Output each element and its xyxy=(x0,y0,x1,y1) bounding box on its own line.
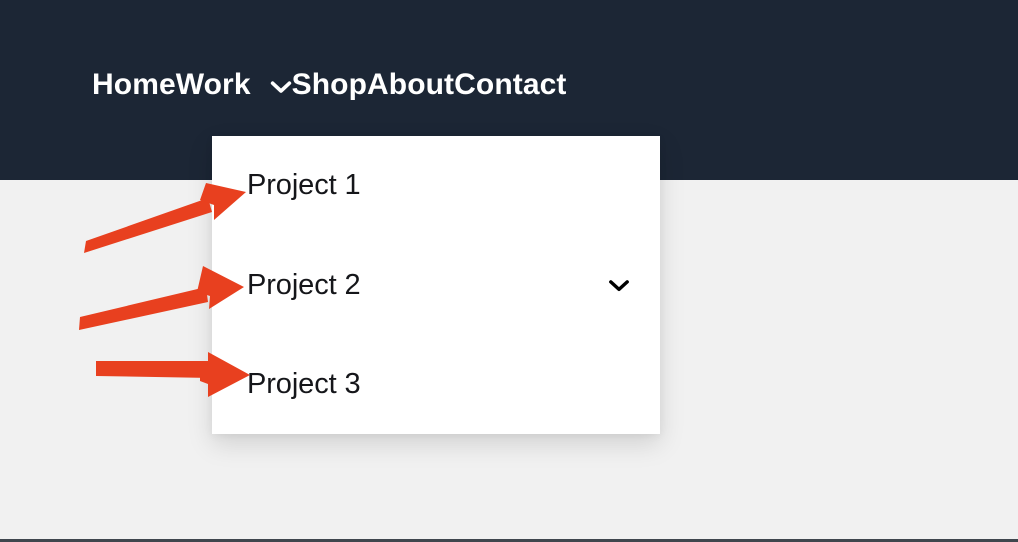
nav-item-work[interactable]: Work xyxy=(176,70,292,100)
dropdown-item-project-3[interactable]: Project 3 xyxy=(212,353,660,415)
dropdown-item-project-2-label: Project 2 xyxy=(247,268,361,301)
dropdown-item-project-1[interactable]: Project 1 xyxy=(212,154,660,216)
dropdown-item-project-3-label: Project 3 xyxy=(247,367,361,400)
dropdown-item-project-1-label: Project 1 xyxy=(247,168,361,201)
nav-item-home-label: Home xyxy=(92,68,176,101)
nav-item-about-label: About xyxy=(367,68,455,101)
chevron-down-icon[interactable] xyxy=(608,278,630,293)
nav-item-contact[interactable]: Contact xyxy=(454,70,566,100)
nav-item-about[interactable]: About xyxy=(367,70,454,100)
chevron-down-icon[interactable] xyxy=(270,79,292,95)
nav-menu: Home Work Shop About Contact xyxy=(92,62,567,108)
dropdown-item-project-2[interactable]: Project 2 xyxy=(212,254,660,316)
work-dropdown-panel: Project 1 Project 2 Project 3 xyxy=(212,136,660,434)
nav-item-shop-label: Shop xyxy=(291,68,367,101)
nav-item-contact-label: Contact xyxy=(454,68,567,101)
nav-item-home[interactable]: Home xyxy=(92,70,176,100)
nav-item-work-label: Work xyxy=(175,68,251,101)
page-root: Home Work Shop About Contact Project 1 P… xyxy=(0,0,1018,542)
nav-item-shop[interactable]: Shop xyxy=(292,70,367,100)
